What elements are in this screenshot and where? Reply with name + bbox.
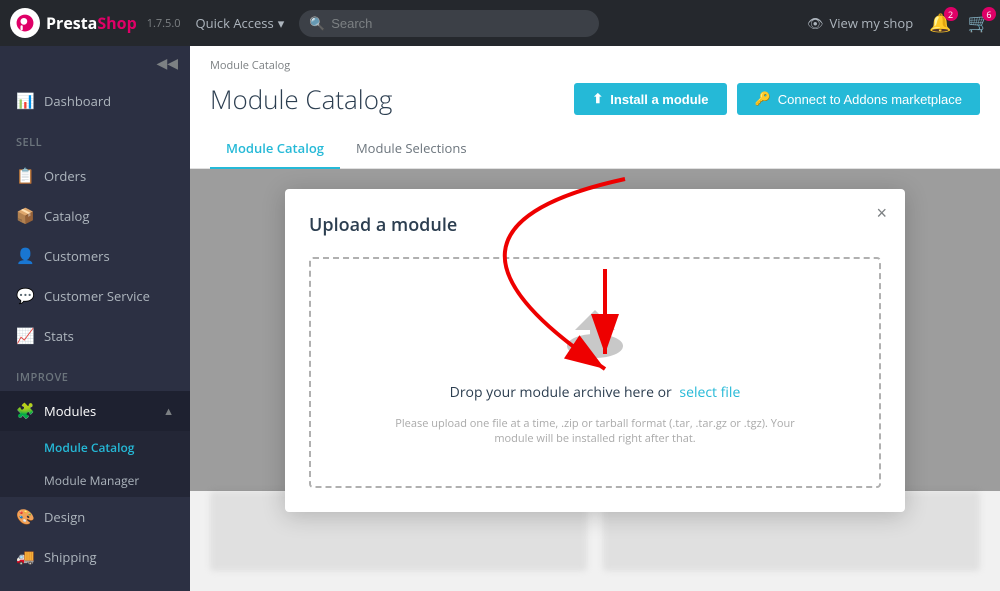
quick-access-label: Quick Access xyxy=(196,14,274,32)
page-title-row: Module Catalog ⬆ Install a module 🔑 Conn… xyxy=(210,81,980,129)
modules-icon: 🧩 xyxy=(16,401,34,421)
catalog-icon: 📦 xyxy=(16,206,34,226)
sidebar-item-catalog[interactable]: 📦 Catalog xyxy=(0,196,190,236)
page-title: Module Catalog xyxy=(210,81,392,117)
key-icon: 🔑 xyxy=(755,91,771,107)
sidebar-item-shipping[interactable]: 🚚 Shipping xyxy=(0,537,190,577)
customer-service-icon: 💬 xyxy=(16,286,34,306)
search-icon: 🔍 xyxy=(309,14,325,32)
breadcrumb: Module Catalog xyxy=(210,58,980,73)
modal-title: Upload a module xyxy=(309,213,881,237)
sidebar-item-dashboard[interactable]: 📊 Dashboard xyxy=(0,81,190,121)
upload-drop-text: Drop your module archive here or select … xyxy=(450,383,741,402)
improve-section-label: IMPROVE xyxy=(0,356,190,391)
customers-icon: 👤 xyxy=(16,246,34,266)
orders-icon: 📋 xyxy=(16,166,34,186)
notifications-btn[interactable]: 🔔 2 xyxy=(929,11,951,35)
quick-access-chevron: ▾ xyxy=(278,14,285,32)
sidebar-customers-label: Customers xyxy=(44,247,110,265)
search-bar: 🔍 xyxy=(299,10,599,37)
sidebar-subitem-module-manager[interactable]: Module Manager xyxy=(0,464,190,497)
modal-overlay: Upload a module × Drop your xyxy=(190,169,1000,491)
sidebar-modules-sub: Module Catalog Module Manager xyxy=(0,431,190,497)
header-actions: ⬆ Install a module 🔑 Connect to Addons m… xyxy=(574,83,980,115)
modules-chevron: ▲ xyxy=(163,404,174,419)
brand-logo-area: PrestaShop 1.7.5.0 xyxy=(10,8,181,38)
cart-btn[interactable]: 🛒 6 xyxy=(968,11,990,35)
main-layout: ◀◀ 📊 Dashboard SELL 📋 Orders 📦 Catalog 👤… xyxy=(0,46,1000,591)
design-icon: 🎨 xyxy=(16,507,34,527)
install-module-button[interactable]: ⬆ Install a module xyxy=(574,83,726,115)
select-file-link[interactable]: select file xyxy=(679,383,740,402)
eye-icon: 👁 xyxy=(807,14,824,32)
content-tabs: Module Catalog Module Selections xyxy=(210,129,980,168)
view-my-shop-link[interactable]: 👁 View my shop xyxy=(807,14,913,32)
sidebar-modules-label: Modules xyxy=(44,402,96,420)
sidebar-item-design[interactable]: 🎨 Design xyxy=(0,497,190,537)
sidebar-dashboard-label: Dashboard xyxy=(44,92,111,110)
cart-badge: 6 xyxy=(982,7,996,21)
sidebar-item-stats[interactable]: 📈 Stats xyxy=(0,316,190,356)
upload-icon: ⬆ xyxy=(592,91,603,107)
sidebar-customer-service-label: Customer Service xyxy=(44,287,150,305)
sidebar-catalog-label: Catalog xyxy=(44,207,89,225)
sidebar-collapse-btn[interactable]: ◀◀ xyxy=(0,46,190,81)
navbar-right: 👁 View my shop 🔔 2 🛒 6 xyxy=(807,11,990,35)
sidebar-subitem-module-catalog[interactable]: Module Catalog xyxy=(0,431,190,464)
upload-modal: Upload a module × Drop your xyxy=(285,189,905,512)
sell-section-label: SELL xyxy=(0,121,190,156)
content-body: Upload a module × Drop your xyxy=(190,169,1000,491)
modal-close-button[interactable]: × xyxy=(876,203,887,224)
brand-version: 1.7.5.0 xyxy=(147,16,181,31)
upload-hint-text: Please upload one file at a time, .zip o… xyxy=(395,416,795,446)
quick-access-menu[interactable]: Quick Access ▾ xyxy=(196,14,285,32)
tab-module-selections[interactable]: Module Selections xyxy=(340,129,483,169)
dashboard-icon: 📊 xyxy=(16,91,34,111)
search-input[interactable] xyxy=(299,10,599,37)
stats-icon: 📈 xyxy=(16,326,34,346)
tab-module-catalog[interactable]: Module Catalog xyxy=(210,129,340,169)
content-area: Module Catalog Module Catalog ⬆ Install … xyxy=(190,46,1000,591)
navbar: PrestaShop 1.7.5.0 Quick Access ▾ 🔍 👁 Vi… xyxy=(0,0,1000,46)
view-my-shop-label: View my shop xyxy=(830,14,914,32)
sidebar: ◀◀ 📊 Dashboard SELL 📋 Orders 📦 Catalog 👤… xyxy=(0,46,190,591)
upload-cloud-icon xyxy=(560,299,630,369)
sidebar-design-label: Design xyxy=(44,508,85,526)
upload-dropzone[interactable]: Drop your module archive here or select … xyxy=(309,257,881,488)
brand-logo xyxy=(10,8,40,38)
sidebar-item-modules-parent[interactable]: 🧩 Modules ▲ xyxy=(0,391,190,431)
addons-label: Connect to Addons marketplace xyxy=(778,92,962,107)
install-module-label: Install a module xyxy=(610,92,708,107)
shipping-icon: 🚚 xyxy=(16,547,34,567)
content-header: Module Catalog Module Catalog ⬆ Install … xyxy=(190,46,1000,169)
sidebar-stats-label: Stats xyxy=(44,327,74,345)
sidebar-item-orders[interactable]: 📋 Orders xyxy=(0,156,190,196)
connect-addons-button[interactable]: 🔑 Connect to Addons marketplace xyxy=(737,83,980,115)
brand-name: PrestaShop xyxy=(46,12,137,34)
sidebar-item-customers[interactable]: 👤 Customers xyxy=(0,236,190,276)
notifications-badge: 2 xyxy=(944,7,958,21)
sidebar-shipping-label: Shipping xyxy=(44,548,97,566)
sidebar-orders-label: Orders xyxy=(44,167,86,185)
sidebar-item-customer-service[interactable]: 💬 Customer Service xyxy=(0,276,190,316)
